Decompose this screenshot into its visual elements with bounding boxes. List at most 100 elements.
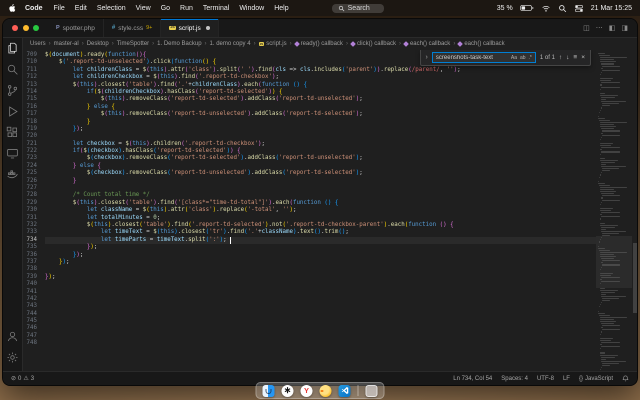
source-control-icon[interactable]	[6, 84, 19, 97]
close-window-button[interactable]	[12, 25, 18, 31]
code-line[interactable]: if($(checkbox).hasClass('report-td-selec…	[45, 148, 596, 155]
code-line[interactable]	[45, 185, 596, 192]
breadcrumb-item[interactable]: TimeSpotter	[117, 41, 149, 47]
breadcrumb-item[interactable]: JS script.js	[258, 41, 287, 47]
extensions-icon[interactable]	[6, 126, 19, 139]
code-line[interactable]: $(this).closest('table').find('.'+childr…	[45, 82, 596, 89]
dock-cyberduck-icon[interactable]	[319, 384, 332, 397]
regex-icon[interactable]: .*	[529, 55, 532, 61]
breadcrumb-item[interactable]: click() callback	[350, 41, 396, 47]
code-line[interactable]: let timeParts = timeText.split(':');	[45, 236, 596, 245]
code-line[interactable]	[45, 340, 596, 347]
code-lines[interactable]: $(document).ready(function(){ $('.report…	[41, 50, 596, 371]
code-line[interactable]: $(this).removeClass('report-td-unselecte…	[45, 111, 596, 118]
match-case-icon[interactable]: Aa	[511, 55, 517, 61]
code-line[interactable]	[45, 281, 596, 288]
dock-finder-icon[interactable]	[262, 384, 275, 397]
code-line[interactable]: if($(childrenCheckbox).hasClass('report-…	[45, 89, 596, 96]
editor[interactable]: 709 710 711 712 713 714 715 716 717 718 719 720 721 7…	[23, 50, 637, 371]
more-actions-icon[interactable]: ⋯	[596, 24, 603, 32]
code-line[interactable]: $(this).closest('table').find('.report-t…	[45, 222, 596, 229]
code-line[interactable]	[45, 303, 596, 310]
code-line[interactable]: } else {	[45, 163, 596, 170]
breadcrumb-item[interactable]: each() callback	[403, 41, 450, 47]
apple-menu-icon[interactable]	[8, 3, 17, 13]
code-line[interactable]: $(checkbox).removeClass('report-td-unsel…	[45, 170, 596, 177]
code-line[interactable]: let checkbox = $(this).children('.report…	[45, 141, 596, 148]
find-in-selection-icon[interactable]: ≡	[573, 54, 577, 61]
code-line[interactable]: }	[45, 119, 596, 126]
code-line[interactable]: $(this).removeClass('report-td-selected'…	[45, 96, 596, 103]
code-line[interactable]: });	[45, 274, 596, 281]
tab-script.js[interactable]: JS script.js	[161, 19, 219, 37]
breadcrumb-item[interactable]: Desktop	[87, 41, 109, 47]
modified-indicator[interactable]	[205, 26, 210, 30]
code-line[interactable]: let timeText = $(this).closest('tr').fin…	[45, 229, 596, 236]
dock-trash-icon[interactable]	[365, 384, 378, 397]
battery-icon[interactable]	[520, 4, 534, 12]
minimap[interactable]	[596, 50, 632, 371]
minimize-window-button[interactable]	[22, 25, 29, 31]
breadcrumb-item[interactable]: 1. demo copy 4	[210, 41, 251, 47]
code-line[interactable]: let childrenCheckbox = $(this).find('.re…	[45, 74, 596, 81]
find-input[interactable]: screenshots-task-text Aa ab .*	[431, 52, 536, 63]
title-bar[interactable]: Pspotter.php # style.css 9+ JS script.js ◫ ⋯ …	[3, 19, 637, 38]
whole-word-icon[interactable]: ab	[520, 55, 526, 61]
encoding-setting[interactable]: UTF-8	[537, 376, 554, 382]
wifi-icon[interactable]	[541, 4, 551, 13]
settings-icon[interactable]	[6, 351, 19, 364]
menu-help[interactable]: Help	[269, 5, 293, 12]
app-menu[interactable]: Code	[19, 5, 49, 12]
menu-file[interactable]: File	[49, 5, 70, 12]
code-line[interactable]: let className = $(this).attr('class').re…	[45, 207, 596, 214]
docker-icon[interactable]	[6, 168, 19, 181]
remote-icon[interactable]	[6, 147, 19, 160]
zoom-window-button[interactable]	[33, 25, 39, 31]
menu-run[interactable]: Run	[175, 5, 198, 12]
code-line[interactable]	[45, 318, 596, 325]
spotlight-icon[interactable]	[558, 4, 567, 13]
dock-chatgpt-icon[interactable]: ∗	[281, 384, 294, 397]
split-editor-icon[interactable]: ◫	[583, 24, 590, 32]
scrollbar[interactable]	[632, 50, 637, 371]
notifications-bell-icon[interactable]	[622, 375, 629, 382]
menu-window[interactable]: Window	[234, 5, 269, 12]
code-line[interactable]: let totalMinutes = 0;	[45, 215, 596, 222]
code-line[interactable]: $(checkbox).removeClass('report-td-selec…	[45, 155, 596, 162]
code-line[interactable]: }	[45, 178, 596, 185]
breadcrumb-item[interactable]: master-al	[54, 41, 79, 47]
language-mode[interactable]: {} JavaScript	[579, 376, 613, 382]
code-line[interactable]: });	[45, 244, 596, 251]
breadcrumb-item[interactable]: Users	[30, 41, 46, 47]
menubar-clock[interactable]: 21 Mar 15:25	[591, 5, 632, 12]
problems-indicator[interactable]: ⊘ 0 ⚠ 3	[11, 375, 34, 383]
code-line[interactable]: let childrenClass = $(this).attr('class'…	[45, 67, 596, 74]
code-line[interactable]	[45, 325, 596, 332]
menubar-search[interactable]: Search	[331, 3, 384, 13]
minimap-viewport[interactable]	[596, 236, 632, 288]
menu-go[interactable]: Go	[156, 5, 175, 12]
code-line[interactable]	[45, 296, 596, 303]
breadcrumb-item[interactable]: each() callback	[457, 41, 505, 47]
code-line[interactable]	[45, 133, 596, 140]
eol-setting[interactable]: LF	[563, 376, 570, 382]
code-line[interactable]: });	[45, 259, 596, 266]
dock-vscode-icon[interactable]	[338, 384, 351, 397]
code-line[interactable]: });	[45, 252, 596, 259]
code-line[interactable]: $(this).closest('table').find('[class*="…	[45, 200, 596, 207]
close-find-icon[interactable]: ×	[581, 54, 585, 61]
account-icon[interactable]	[6, 330, 19, 343]
run-debug-icon[interactable]	[6, 105, 19, 118]
scrollbar-thumb[interactable]	[632, 242, 637, 314]
layout-sidebar-icon[interactable]: ◧	[609, 24, 616, 32]
tab-style.css[interactable]: # style.css 9+	[103, 19, 162, 37]
cursor-position[interactable]: Ln 734, Col 54	[453, 376, 492, 382]
menu-terminal[interactable]: Terminal	[198, 5, 234, 12]
control-center-icon[interactable]	[574, 4, 584, 13]
find-next-icon[interactable]: ↓	[566, 54, 569, 61]
code-line[interactable]: /* Count total time */	[45, 192, 596, 199]
search-icon[interactable]	[6, 63, 19, 76]
find-previous-icon[interactable]: ↑	[559, 54, 562, 61]
breadcrumb-item[interactable]: ready() callback	[293, 41, 343, 47]
menu-edit[interactable]: Edit	[70, 5, 92, 12]
